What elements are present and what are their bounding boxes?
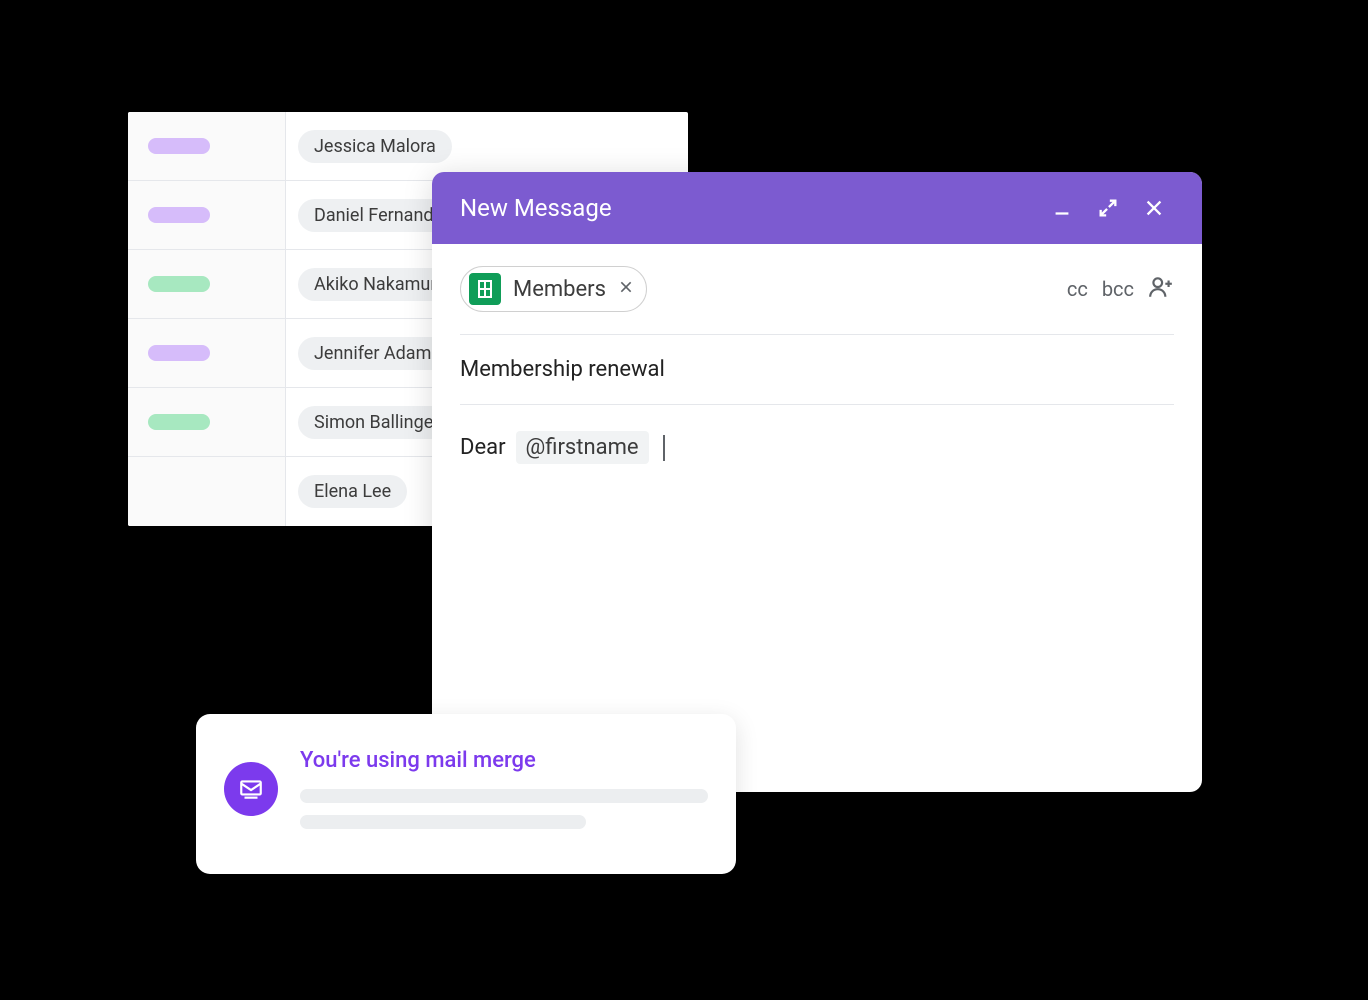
x-icon xyxy=(618,279,634,295)
remove-chip-button[interactable] xyxy=(618,279,634,299)
info-card-title: You're using mail merge xyxy=(300,748,708,773)
placeholder-line xyxy=(300,815,586,829)
name-cell: Jessica Malora xyxy=(286,112,688,180)
message-body[interactable]: Dear @firstname xyxy=(432,405,1202,464)
status-cell xyxy=(128,250,286,318)
status-cell xyxy=(128,181,286,249)
status-cell xyxy=(128,388,286,456)
status-pill xyxy=(148,414,210,430)
contact-chip[interactable]: Elena Lee xyxy=(298,475,407,508)
subject-input[interactable]: Membership renewal xyxy=(432,335,1202,382)
minimize-button[interactable] xyxy=(1042,188,1082,228)
status-cell xyxy=(128,112,286,180)
merge-tag[interactable]: @firstname xyxy=(516,431,649,464)
expand-button[interactable] xyxy=(1088,188,1128,228)
add-recipients-button[interactable] xyxy=(1148,274,1174,305)
mail-merge-info-card: You're using mail merge xyxy=(196,714,736,874)
placeholder-line xyxy=(300,789,708,803)
status-pill xyxy=(148,138,210,154)
compose-window: New Message Members cc bcc xyxy=(432,172,1202,792)
person-add-icon xyxy=(1148,274,1174,300)
compose-header: New Message xyxy=(432,172,1202,244)
cc-button[interactable]: cc xyxy=(1067,277,1088,301)
close-icon xyxy=(1143,197,1165,219)
status-pill xyxy=(148,207,210,223)
status-cell xyxy=(128,319,286,387)
status-cell xyxy=(128,457,286,526)
recipient-chip-label: Members xyxy=(513,277,606,302)
text-cursor xyxy=(663,435,665,461)
contact-chip[interactable]: Jessica Malora xyxy=(298,130,452,163)
recipient-chip[interactable]: Members xyxy=(460,266,647,312)
close-button[interactable] xyxy=(1134,188,1174,228)
bcc-button[interactable]: bcc xyxy=(1102,277,1134,301)
table-row[interactable]: Jessica Malora xyxy=(128,112,688,181)
sheets-icon xyxy=(469,273,501,305)
status-pill xyxy=(148,345,210,361)
compose-title: New Message xyxy=(460,194,1036,222)
recipients-row[interactable]: Members cc bcc xyxy=(432,244,1202,312)
status-pill xyxy=(148,276,210,292)
expand-icon xyxy=(1097,197,1119,219)
mail-merge-icon xyxy=(224,762,278,816)
minimize-icon xyxy=(1051,197,1073,219)
body-greeting: Dear xyxy=(460,435,506,460)
